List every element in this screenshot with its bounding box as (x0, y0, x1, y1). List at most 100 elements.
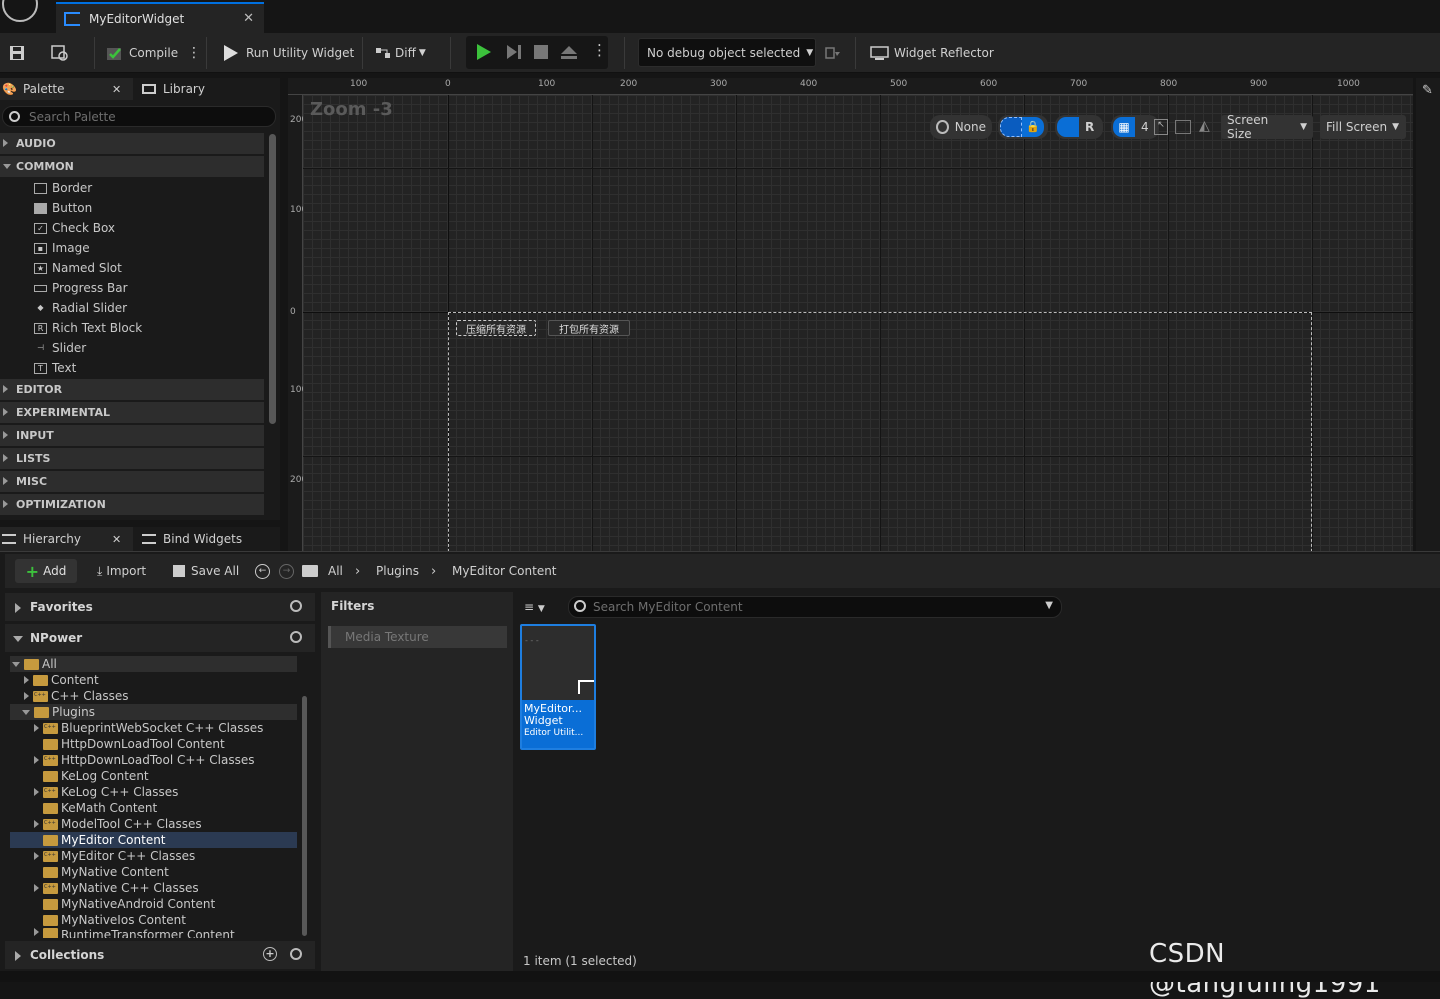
breadcrumb-myeditor-content[interactable]: MyEditor Content (452, 554, 557, 588)
compress-assets-button[interactable]: 压缩所有资源 (456, 320, 536, 336)
browse-icon[interactable] (50, 33, 70, 73)
palette-item-radial-slider[interactable]: ◆ Radial Slider (34, 298, 127, 318)
folder-icon[interactable] (302, 554, 318, 588)
stop-icon[interactable] (534, 45, 548, 59)
category-optimization[interactable]: OPTIMIZATION (0, 494, 264, 515)
breadcrumb-plugins[interactable]: Plugins (376, 554, 419, 588)
grid-icon[interactable]: ▦ (1113, 117, 1135, 137)
palette-item-slider[interactable]: ⊣ Slider (34, 338, 86, 358)
search-icon[interactable] (290, 948, 302, 960)
palette-scrollbar[interactable] (269, 134, 276, 424)
layout-icon[interactable] (1057, 117, 1079, 137)
tree-item-kelog-cpp[interactable]: KeLog C++ Classes (10, 784, 297, 800)
tree-item-kemath-content[interactable]: KeMath Content (10, 800, 297, 816)
palette-item-button[interactable]: Button (34, 198, 92, 218)
palette-search-input[interactable]: Search Palette (2, 106, 276, 127)
close-tab-icon[interactable]: ✕ (243, 11, 254, 26)
palette-item-border[interactable]: Border (34, 178, 92, 198)
asset-search-input[interactable]: Search MyEditor Content ▼ (568, 596, 1062, 618)
close-tab-icon[interactable]: ✕ (112, 83, 121, 96)
add-collection-icon[interactable]: + (263, 947, 277, 961)
category-lists[interactable]: LISTS (0, 448, 264, 469)
palette-item-text[interactable]: T Text (34, 358, 76, 378)
category-common[interactable]: COMMON (0, 156, 264, 177)
tree-item-all[interactable]: All (10, 656, 297, 672)
save-icon[interactable] (9, 33, 25, 73)
tab-palette[interactable]: 🎨 Palette ✕ (0, 78, 133, 100)
close-tab-icon[interactable]: ✕ (112, 533, 121, 546)
designer-viewport[interactable]: 100 0 100 200 300 400 500 600 700 800 90… (288, 78, 1413, 552)
image-preview-icon[interactable] (1175, 120, 1191, 134)
palette-item-progress-bar[interactable]: Progress Bar (34, 278, 128, 298)
breadcrumb-all[interactable]: All (328, 554, 343, 588)
chevron-down-icon[interactable]: ▼ (1045, 600, 1053, 611)
tree-item-httpdownloadtool-cpp[interactable]: HttpDownLoadTool C++ Classes (10, 752, 297, 768)
tab-library[interactable]: Library (142, 78, 205, 100)
tree-item-myeditor-cpp[interactable]: MyEditor C++ Classes (10, 848, 297, 864)
forward-icon[interactable]: → (279, 554, 294, 588)
screen-size-select[interactable]: Screen Size ▼ (1221, 113, 1313, 141)
tree-item-content[interactable]: Content (10, 672, 297, 688)
step-icon[interactable] (506, 44, 522, 63)
dashed-outline-icon[interactable] (1000, 117, 1022, 137)
palette-item-image[interactable]: ▪ Image (34, 238, 90, 258)
cursor-icon[interactable]: ↖ (1154, 119, 1168, 135)
tree-item-runtimetransformer-content[interactable]: RuntimeTransformer Content (10, 928, 297, 938)
save-all-button[interactable]: Save All (173, 554, 239, 588)
tree-item-mynative-content[interactable]: MyNative Content (10, 864, 297, 880)
category-misc[interactable]: MISC (0, 471, 264, 492)
favorites-header[interactable]: Favorites (5, 593, 315, 621)
tree-item-cpp-classes[interactable]: C++ Classes (10, 688, 297, 704)
project-header[interactable]: NPower (5, 624, 315, 652)
tree-item-modeltool-cpp[interactable]: ModelTool C++ Classes (10, 816, 297, 832)
filter-chip-media-texture[interactable]: Media Texture (328, 626, 507, 648)
flip-icon[interactable]: ◭ (1199, 118, 1210, 134)
filter-icon[interactable]: ≡ ▼ (524, 600, 545, 614)
asset-tile-myeditorwidget[interactable]: - - - MyEditor... Widget Editor Utilit..… (520, 624, 596, 750)
palette-item-rich-text-block[interactable]: R Rich Text Block (34, 318, 142, 338)
play-icon[interactable] (477, 44, 491, 60)
tree-item-blueprintwebsocket-cpp[interactable]: BlueprintWebSocket C++ Classes (10, 720, 297, 736)
tree-item-mynativeandroid-content[interactable]: MyNativeAndroid Content (10, 896, 297, 912)
package-assets-button[interactable]: 打包所有资源 (548, 320, 630, 336)
tree-item-myeditor-content[interactable]: MyEditor Content (10, 832, 297, 848)
category-experimental[interactable]: EXPERIMENTAL (0, 402, 264, 423)
import-button[interactable]: ⤓ Import (97, 554, 146, 588)
search-icon[interactable] (290, 631, 302, 643)
tab-bind-widgets[interactable]: Bind Widgets (142, 527, 242, 551)
locale-preview-button[interactable]: None (930, 115, 992, 139)
widget-reflector-button[interactable]: Widget Reflector (870, 33, 994, 73)
tree-item-plugins[interactable]: Plugins (10, 704, 297, 720)
design-canvas[interactable]: Zoom -3 压缩所有资源 打包所有资源 None 🔒 R ▦ 4 ↖ ◭ S… (303, 95, 1413, 552)
tree-item-httpdownloadtool-content[interactable]: HttpDownLoadTool Content (10, 736, 297, 752)
diff-button[interactable]: Diff ▼ (375, 33, 426, 73)
palette-item-named-slot[interactable]: ★ Named Slot (34, 258, 122, 278)
compile-button[interactable]: Compile (106, 33, 178, 73)
tree-item-mynative-cpp[interactable]: MyNative C++ Classes (10, 880, 297, 896)
tab-hierarchy[interactable]: Hierarchy ✕ (0, 527, 133, 551)
palette-item-check-box[interactable]: ✓ Check Box (34, 218, 115, 238)
compile-options-icon[interactable]: ⋮ (187, 33, 201, 73)
grid-snap-value[interactable]: 4 (1141, 120, 1149, 134)
tree-item-kelog-content[interactable]: KeLog Content (10, 768, 297, 784)
tree-scrollbar[interactable] (302, 696, 307, 936)
debug-filter-icon[interactable] (824, 33, 842, 73)
category-input[interactable]: INPUT (0, 425, 264, 446)
collections-header[interactable]: Collections + (5, 941, 315, 969)
r-toggle[interactable]: R (1085, 120, 1094, 134)
widget-bounds[interactable] (448, 312, 1312, 552)
lock-icon[interactable]: 🔒 (1022, 117, 1044, 137)
fill-screen-select[interactable]: Fill Screen ▼ (1320, 115, 1406, 139)
debug-object-select[interactable]: No debug object selected ▼ (638, 38, 816, 67)
add-button[interactable]: + Add (15, 559, 77, 583)
category-audio[interactable]: AUDIO (0, 133, 264, 154)
document-tab[interactable]: MyEditorWidget ✕ (56, 2, 264, 33)
category-editor[interactable]: EDITOR (0, 379, 264, 400)
eject-icon[interactable] (560, 44, 578, 63)
search-icon[interactable] (290, 600, 302, 612)
run-utility-widget-button[interactable]: Run Utility Widget (222, 33, 354, 73)
pencil-icon[interactable]: ✎ (1422, 83, 1433, 98)
back-icon[interactable]: ← (255, 554, 270, 588)
tree-item-mynativeios-content[interactable]: MyNativeIos Content (10, 912, 297, 928)
unreal-logo-icon[interactable] (2, 0, 38, 22)
